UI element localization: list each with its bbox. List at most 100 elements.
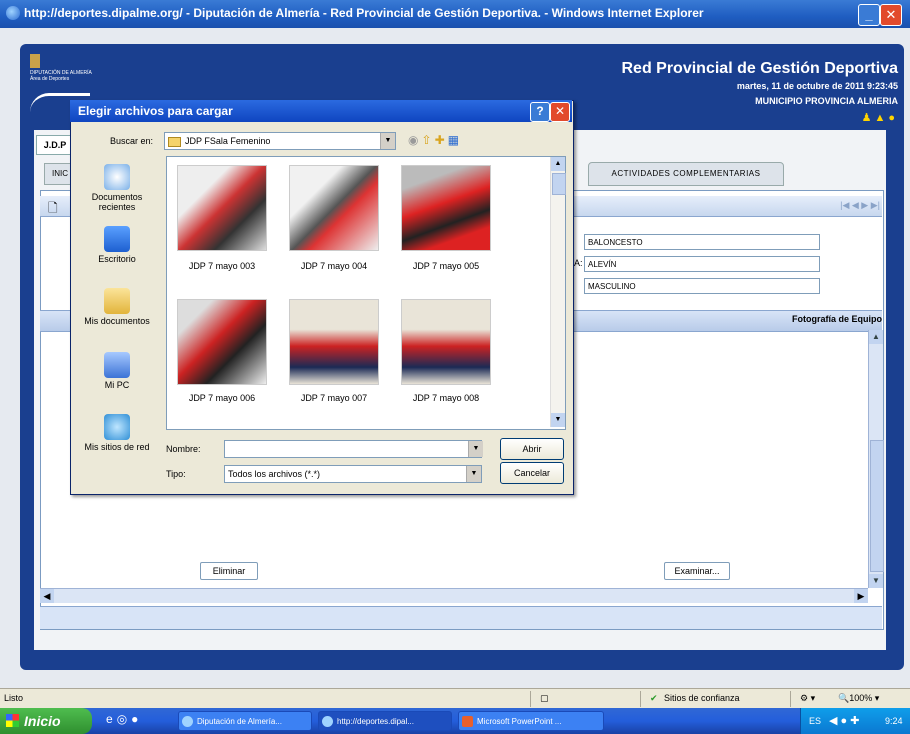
- panel-footer: [40, 606, 882, 629]
- thumbnail-006[interactable]: [177, 299, 267, 385]
- file-caption[interactable]: JDP 7 mayo 003: [167, 261, 277, 271]
- deporte-field[interactable]: BALONCESTO: [584, 234, 820, 250]
- dialog-close-button[interactable]: ✕: [550, 102, 570, 122]
- file-caption[interactable]: JDP 7 mayo 008: [391, 393, 501, 403]
- file-name-input[interactable]: [224, 440, 482, 458]
- scroll-right-icon[interactable]: ▶: [854, 589, 868, 603]
- tab-jdp[interactable]: J.D.P: [36, 135, 74, 155]
- warning-icon[interactable]: ▲: [874, 112, 888, 124]
- dialog-title-bar: Elegir archivos para cargar ? ✕: [70, 100, 572, 122]
- page-icon: ▢: [540, 693, 549, 703]
- chevron-down-icon[interactable]: ▼: [468, 441, 483, 457]
- status-text: Listo: [4, 693, 24, 703]
- logo: DIPUTACIÓN DE ALMERÍA Área de Deportes: [30, 54, 100, 94]
- sexo-field[interactable]: MASCULINO: [584, 278, 820, 294]
- new-folder-icon[interactable]: ✚: [435, 133, 445, 147]
- file-caption[interactable]: JDP 7 mayo 005: [391, 261, 501, 271]
- places-bar: Documentos recientes Escritorio Mis docu…: [76, 156, 158, 456]
- scroll-up-icon[interactable]: ▲: [869, 330, 883, 344]
- browser-title: http://deportes.dipalme.org/ - Diputació…: [24, 6, 704, 20]
- scroll-left-icon[interactable]: ◀: [40, 589, 54, 603]
- dialog-title: Elegir archivos para cargar: [78, 104, 233, 118]
- dialog-toolbar: ◉ ⇧ ✚ ▦: [408, 133, 459, 147]
- open-button[interactable]: Abrir: [500, 438, 564, 460]
- examinar-button[interactable]: Examinar...: [664, 562, 730, 580]
- help-button[interactable]: ?: [530, 102, 550, 122]
- taskbar-item-deportes[interactable]: http://deportes.dipal...: [318, 711, 452, 731]
- file-caption[interactable]: JDP 7 mayo 006: [167, 393, 277, 403]
- type-label: Tipo:: [166, 469, 186, 479]
- record-navigation[interactable]: |◀ ◀ ▶ ▶|: [840, 200, 880, 211]
- language-indicator[interactable]: ES: [809, 716, 821, 726]
- foto-equipo-label: Fotografía de Equipo: [792, 314, 882, 324]
- horizontal-scrollbar[interactable]: ◀ ▶: [40, 588, 868, 603]
- quick-launch[interactable]: e◎●: [106, 712, 142, 726]
- thumbnail-005[interactable]: [401, 165, 491, 251]
- place-my-pc[interactable]: Mi PC: [76, 352, 158, 390]
- view-menu-icon[interactable]: ▦: [448, 133, 459, 147]
- header-icons[interactable]: ♟▲●: [862, 111, 898, 124]
- windows-logo-icon: [6, 714, 19, 727]
- security-dropdown[interactable]: ⚙ ▾: [800, 693, 815, 704]
- close-button[interactable]: ✕: [880, 4, 902, 26]
- file-caption[interactable]: JDP 7 mayo 007: [279, 393, 389, 403]
- vertical-scrollbar[interactable]: ▲ ▼: [868, 330, 884, 588]
- media-icon[interactable]: ◎: [117, 712, 131, 726]
- folder-icon: [168, 136, 181, 147]
- taskbar-item-powerpoint[interactable]: Microsoft PowerPoint ...: [458, 711, 604, 731]
- scroll-up-icon[interactable]: ▲: [551, 157, 565, 171]
- file-caption[interactable]: JDP 7 mayo 004: [279, 261, 389, 271]
- scroll-thumb[interactable]: [870, 440, 884, 572]
- place-recent[interactable]: Documentos recientes: [76, 164, 158, 212]
- look-in-value: JDP FSala Femenino: [185, 136, 271, 146]
- clock: 9:24: [885, 716, 903, 726]
- categoria-field[interactable]: ALEVÍN: [584, 256, 820, 272]
- file-type-value: Todos los archivos (*.*): [228, 469, 321, 479]
- thumbnail-003[interactable]: [177, 165, 267, 251]
- municipality-text: MUNICIPIO PROVINCIA ALMERIA: [755, 96, 898, 106]
- tab-actividades-complementarias[interactable]: ACTIVIDADES COMPLEMENTARIAS: [588, 162, 784, 186]
- scroll-thumb[interactable]: [552, 173, 566, 195]
- categoria-label: A:: [574, 258, 583, 268]
- cancel-button[interactable]: Cancelar: [500, 462, 564, 484]
- ie-quicklaunch-icon[interactable]: e: [106, 712, 117, 726]
- file-type-select[interactable]: Todos los archivos (*.*) ▼: [224, 465, 482, 483]
- file-list[interactable]: JDP 7 mayo 003 JDP 7 mayo 004 JDP 7 mayo…: [166, 156, 566, 430]
- place-my-documents[interactable]: Mis documentos: [76, 288, 158, 326]
- start-button[interactable]: Inicio: [0, 708, 92, 734]
- minimize-button[interactable]: _: [858, 4, 880, 26]
- date-text: martes, 11 de octubre de 2011 9:23:45: [736, 81, 898, 91]
- back-icon[interactable]: ◉: [408, 133, 418, 147]
- eliminar-button[interactable]: Eliminar: [200, 562, 258, 580]
- chevron-down-icon[interactable]: ▼: [466, 466, 481, 482]
- help-icon[interactable]: ●: [888, 112, 898, 124]
- look-in-combo[interactable]: JDP FSala Femenino ▼: [164, 132, 396, 150]
- thumbnail-004[interactable]: [289, 165, 379, 251]
- up-folder-icon[interactable]: ⇧: [422, 133, 432, 147]
- browser-title-bar: http://deportes.dipalme.org/ - Diputació…: [0, 0, 910, 28]
- scroll-down-icon[interactable]: ▼: [869, 574, 883, 588]
- user-icon[interactable]: ♟: [862, 112, 875, 124]
- taskbar-item-diputacion[interactable]: Diputación de Almería...: [178, 711, 312, 731]
- zoom-control[interactable]: 🔍100% ▾: [838, 693, 879, 704]
- new-document-icon[interactable]: 🗋: [48, 199, 58, 220]
- app-title: Red Provincial de Gestión Deportiva: [621, 60, 898, 77]
- browser-status-bar: Listo ▢ ✔ Sitios de confianza ⚙ ▾ 🔍100% …: [0, 688, 910, 709]
- place-desktop[interactable]: Escritorio: [76, 226, 158, 264]
- desktop-icon: [104, 226, 130, 252]
- messenger-icon[interactable]: ●: [131, 712, 142, 726]
- thumbnail-008[interactable]: [401, 299, 491, 385]
- zone-text: Sitios de confianza: [664, 693, 740, 703]
- tray-icons[interactable]: ◀ ● ✚: [829, 714, 859, 727]
- chevron-down-icon[interactable]: ▼: [380, 133, 395, 149]
- system-tray: ES ◀ ● ✚ 9:24: [800, 708, 910, 734]
- ie-icon: [6, 6, 20, 20]
- place-network[interactable]: Mis sitios de red: [76, 414, 158, 452]
- scroll-down-icon[interactable]: ▼: [551, 413, 565, 427]
- file-list-scrollbar[interactable]: ▲ ▼: [550, 157, 566, 427]
- name-label: Nombre:: [166, 444, 201, 454]
- thumbnail-007[interactable]: [289, 299, 379, 385]
- my-documents-icon: [104, 288, 130, 314]
- recent-documents-icon: [104, 164, 130, 190]
- ie-icon: [322, 716, 333, 727]
